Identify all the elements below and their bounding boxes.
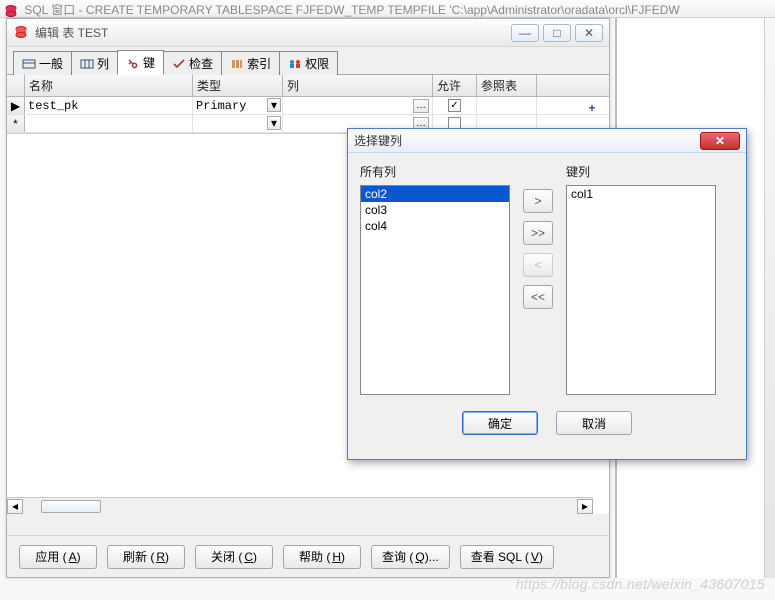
tab-indexes[interactable]: 索引 [221,51,280,75]
tab-general-icon [22,58,36,70]
dialog-titlebar[interactable]: 选择键列 ✕ [348,129,746,153]
window-title: 编辑 表 TEST [35,24,511,41]
column-header-allow[interactable]: 允许 [433,75,477,96]
column-header-cols[interactable]: 列 [283,75,433,96]
query-button[interactable]: 查询 (Q)... [371,545,450,569]
button-label: 关闭 (C) [211,548,257,565]
cell-type[interactable]: Primary▾ [193,97,283,114]
column-header-name[interactable]: 名称 [25,75,193,96]
move-right-button[interactable]: > [523,189,553,213]
key-columns-label: 键列 [566,163,716,180]
tab-columns-icon [80,58,94,70]
all-columns-label: 所有列 [360,163,510,180]
tab-keys[interactable]: 键 [117,50,164,75]
close-button[interactable]: 关闭 (C) [195,545,273,569]
tab-checks-icon [172,58,186,70]
minimize-button[interactable]: — [511,24,539,42]
tab-strip: 一般 列 键 检查 索引 权限 [7,47,609,75]
move-all-left-button[interactable]: << [523,285,553,309]
maximize-button[interactable]: □ [543,24,571,42]
column-header-ref[interactable]: 参照表 [477,75,537,96]
list-item[interactable]: col2 [361,186,509,202]
horizontal-scrollbar[interactable]: ◂ ▸ [7,497,593,514]
tab-label: 一般 [39,55,63,72]
row-marker: ▶ [7,97,25,114]
cell-type[interactable]: ▾ [193,115,283,132]
button-label: 帮助 (H) [299,548,345,565]
ok-button[interactable]: 确定 [462,411,538,435]
cell-ref[interactable] [477,97,537,114]
tab-columns[interactable]: 列 [71,51,118,75]
tab-keys-icon [126,57,140,69]
cell-name[interactable]: test_pk [25,97,193,114]
help-button[interactable]: 帮助 (H) [283,545,361,569]
tab-label: 检查 [189,55,213,72]
cell-name[interactable] [25,115,193,132]
button-label: 刷新 (R) [123,548,169,565]
dropdown-button[interactable]: ▾ [267,98,281,112]
checkbox[interactable] [448,99,461,112]
column-header-type[interactable]: 类型 [193,75,283,96]
all-columns-listbox[interactable]: col2col3col4 [360,185,510,395]
keys-grid: 名称类型列允许参照表 ▶test_pkPrimary▾…*▾… + – [7,75,609,134]
dialog-close-button[interactable]: ✕ [700,132,740,150]
dropdown-button[interactable]: ▾ [267,116,281,130]
apply-button[interactable]: 应用 (A) [19,545,97,569]
key-columns-listbox[interactable]: col1 [566,185,716,395]
background-window-title-text: SQL 窗口 - CREATE TEMPORARY TABLESPACE FJF… [24,3,679,17]
tab-label: 索引 [247,55,271,72]
viewsql-button[interactable]: 查看 SQL (V) [460,545,554,569]
button-label: 查看 SQL (V) [471,548,543,565]
button-bar: 应用 (A) 刷新 (R) 关闭 (C) 帮助 (H) 查询 (Q)... 查看 SQL … [7,535,609,577]
db-icon [4,4,18,18]
list-item[interactable]: col3 [361,202,509,218]
tab-label: 列 [97,55,109,72]
move-all-right-button[interactable]: >> [523,221,553,245]
list-item[interactable]: col4 [361,218,509,234]
scroll-thumb[interactable] [41,500,101,513]
scroll-right-button[interactable]: ▸ [577,499,593,514]
db-icon [13,25,29,41]
tab-privs[interactable]: 权限 [279,51,338,75]
tab-general[interactable]: 一般 [13,51,72,75]
button-label: 应用 (A) [35,548,80,565]
refresh-button[interactable]: 刷新 (R) [107,545,185,569]
tab-indexes-icon [230,58,244,70]
cell-cols[interactable]: … [283,97,433,114]
cancel-button[interactable]: 取消 [556,411,632,435]
ellipsis-button[interactable]: … [413,99,429,113]
watermark: https://blog.csdn.net/weixin_43607015 [516,576,765,592]
list-item[interactable]: col1 [567,186,715,202]
grid-corner [7,75,25,96]
grid-header-row: 名称类型列允许参照表 [7,75,609,97]
row-marker: * [7,115,25,132]
close-button[interactable]: ✕ [575,24,603,42]
tab-privs-icon [288,58,302,70]
move-left-button[interactable]: < [523,253,553,277]
cell-allow[interactable] [433,97,477,114]
background-window-title: SQL 窗口 - CREATE TEMPORARY TABLESPACE FJF… [0,0,775,18]
add-row-button[interactable]: + [583,101,601,115]
select-key-columns-dialog: 选择键列 ✕ 所有列 键列 col2col3col4 > >> < << col… [347,128,747,460]
table-row[interactable]: ▶test_pkPrimary▾ … [7,97,609,115]
titlebar[interactable]: 编辑 表 TEST — □ ✕ [7,19,609,47]
tab-label: 键 [143,54,155,71]
tab-checks[interactable]: 检查 [163,51,222,75]
dialog-title: 选择键列 [354,132,700,149]
tab-label: 权限 [305,55,329,72]
button-label: 查询 (Q)... [382,548,439,565]
scroll-left-button[interactable]: ◂ [7,499,23,514]
